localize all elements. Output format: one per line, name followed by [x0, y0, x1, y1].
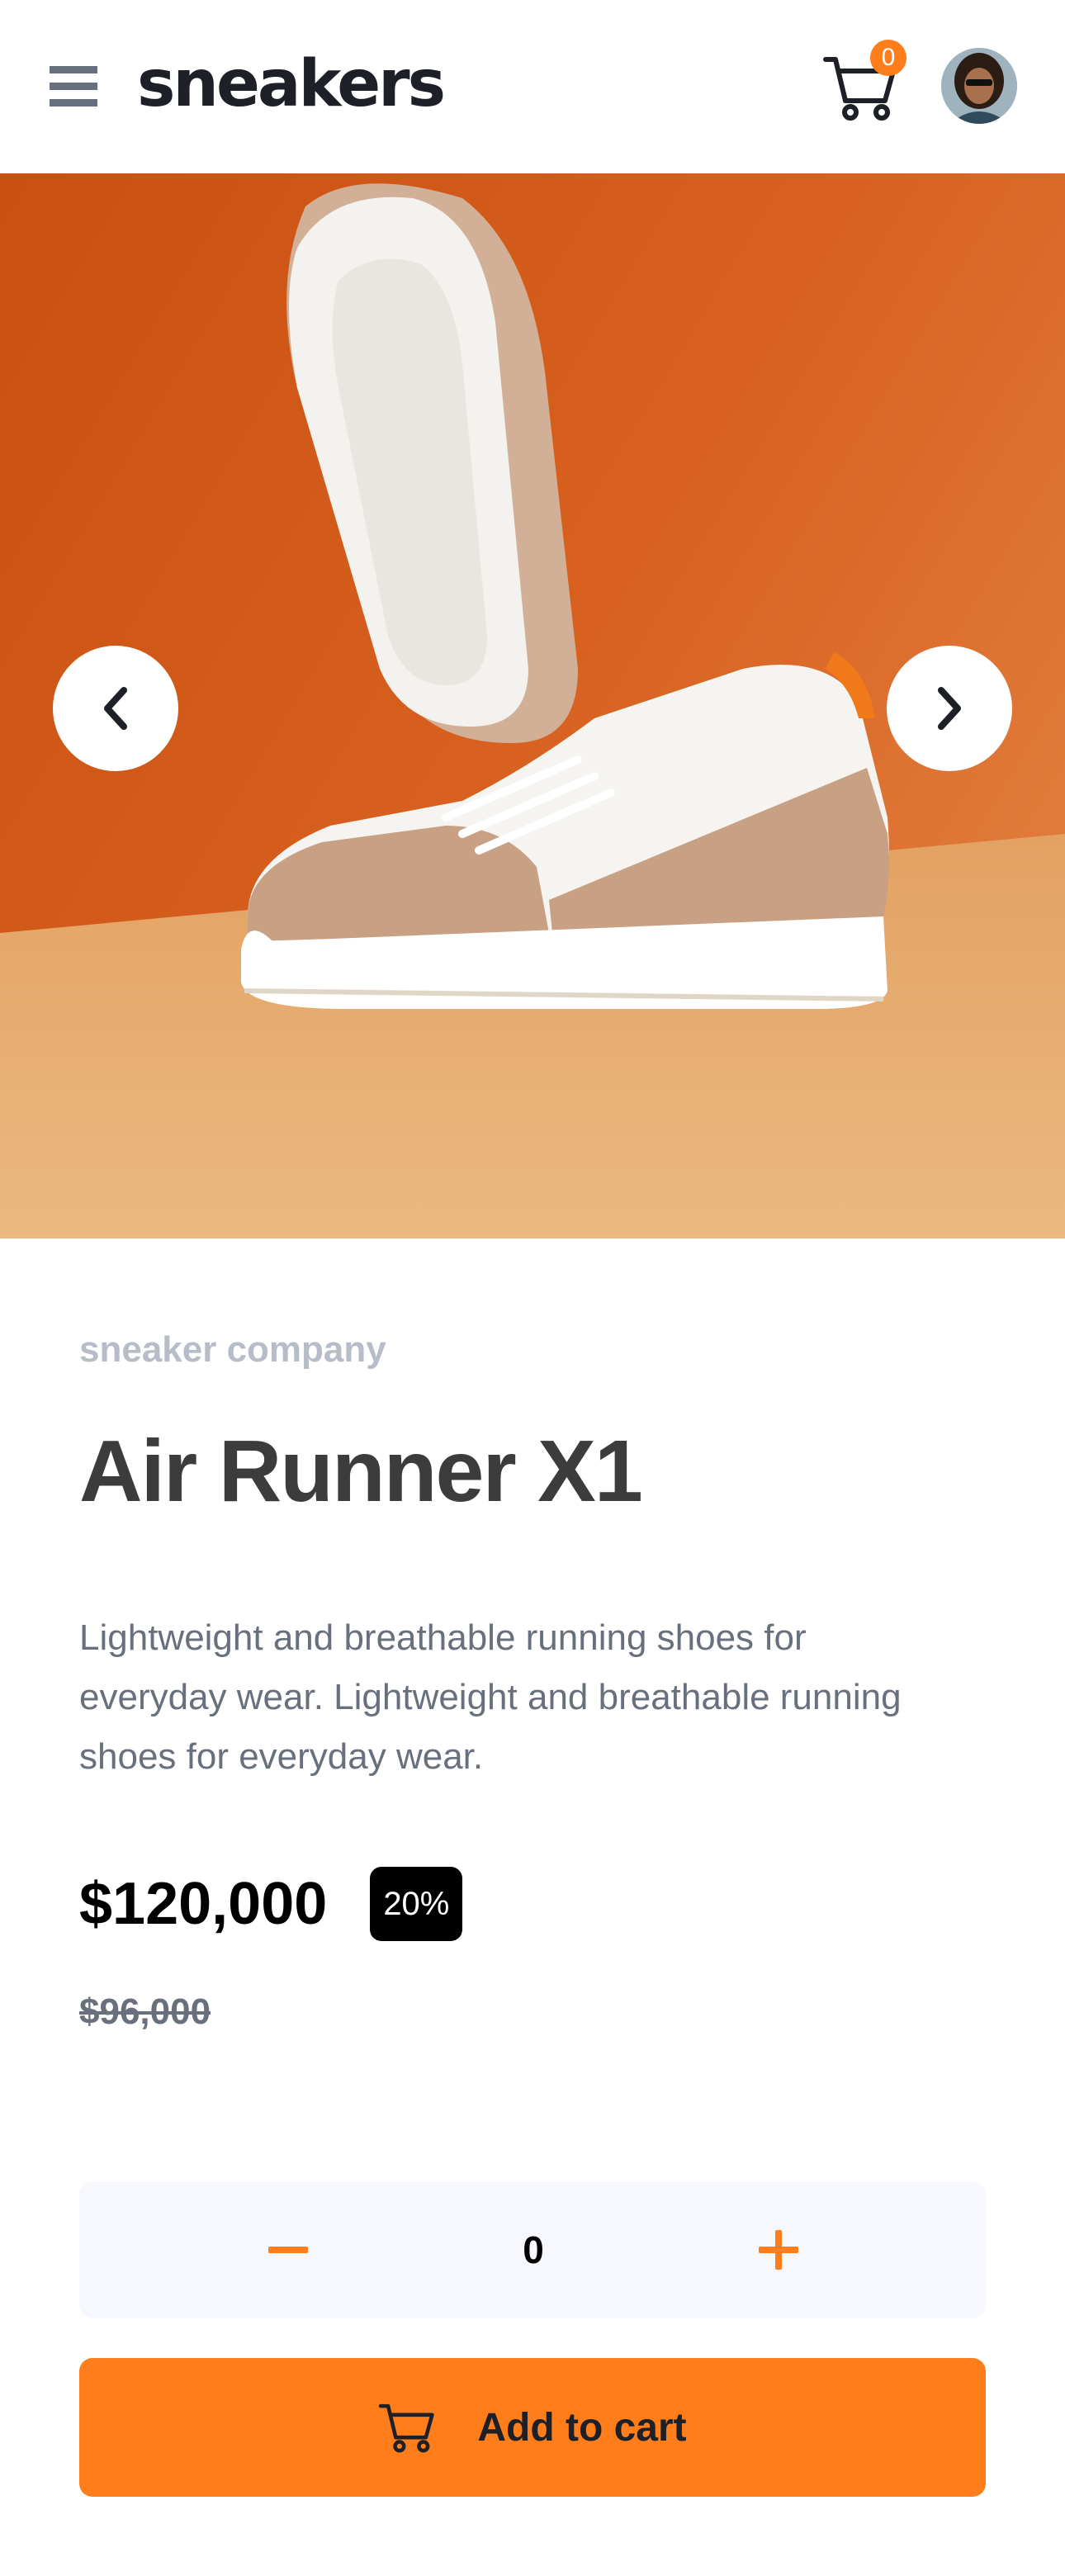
product-image-carousel	[0, 173, 1065, 1238]
quantity-stepper: 0	[79, 2181, 986, 2318]
chevron-right-icon	[938, 687, 961, 730]
current-price: $120,000	[79, 1871, 328, 1937]
minus-icon[interactable]	[253, 2214, 324, 2285]
cart-button[interactable]: 0	[822, 40, 906, 127]
previous-image-button[interactable]	[53, 646, 178, 771]
add-to-cart-button[interactable]: Add to cart	[79, 2358, 986, 2497]
original-price: $96,000	[79, 1991, 211, 2032]
avatar[interactable]	[941, 48, 1017, 124]
logo[interactable]: sneakers	[137, 43, 446, 125]
chevron-left-icon	[104, 687, 127, 730]
price-row: $120,000 20%	[79, 1863, 463, 1945]
discount-badge: 20%	[370, 1867, 463, 1941]
cart-icon	[379, 2403, 435, 2453]
next-image-button[interactable]	[887, 646, 1012, 771]
add-to-cart-label: Add to cart	[477, 2405, 687, 2450]
plus-icon[interactable]	[743, 2214, 814, 2285]
company-name: sneaker company	[79, 1329, 386, 1370]
product-description: Lightweight and breathable running shoes…	[79, 1617, 902, 1777]
cart-count-badge: 0	[870, 40, 906, 76]
product-title: Air Runner X1	[79, 1423, 643, 1520]
quantity-value: 0	[523, 2228, 544, 2271]
menu-icon[interactable]	[48, 61, 99, 112]
site-header: sneakers 0	[0, 0, 1065, 173]
